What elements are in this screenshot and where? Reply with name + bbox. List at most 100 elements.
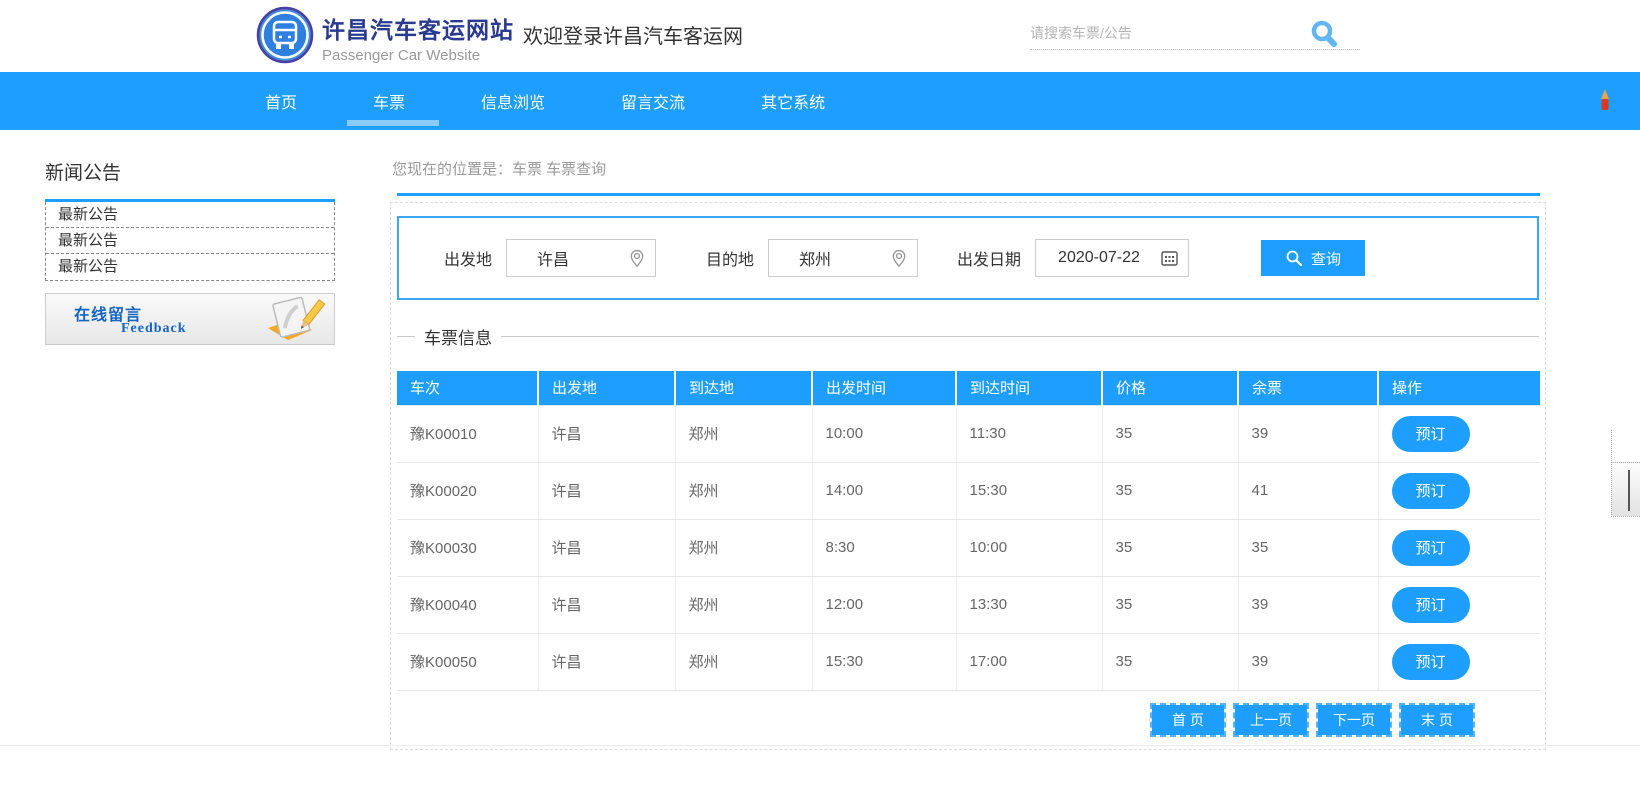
col-remain: 余票 xyxy=(1237,371,1378,405)
date-label: 出发日期 xyxy=(957,252,1022,269)
cell-price: 35 xyxy=(1101,461,1238,520)
side-panel-handle-bar xyxy=(1628,470,1630,511)
header-search xyxy=(1030,18,1360,50)
pencil-icon[interactable] xyxy=(1598,87,1612,115)
cell-price: 35 xyxy=(1101,404,1238,463)
cell-depart: 12:00 xyxy=(811,575,956,634)
col-action: 操作 xyxy=(1377,371,1540,405)
cell-remain: 39 xyxy=(1237,632,1378,691)
col-price: 价格 xyxy=(1101,371,1238,405)
cell-arrive: 15:30 xyxy=(955,461,1102,520)
col-arrive: 到达时间 xyxy=(955,371,1102,405)
table-row: 豫K00040 许昌 郑州 12:00 13:30 35 39 预订 xyxy=(397,575,1540,634)
page-next-button[interactable]: 下一页 xyxy=(1316,702,1392,737)
feedback-banner[interactable]: 在线留言 Feedback xyxy=(45,293,335,345)
cell-depart: 10:00 xyxy=(811,404,956,463)
header: 许昌汽车客运网站 Passenger Car Website 欢迎登录许昌汽车客… xyxy=(0,0,1640,72)
col-train: 车次 xyxy=(397,371,538,405)
to-label: 目的地 xyxy=(706,252,755,269)
to-value: 郑州 xyxy=(799,252,832,269)
search-icon[interactable] xyxy=(1306,18,1342,59)
search-input[interactable] xyxy=(1030,18,1280,48)
query-button[interactable]: 查询 xyxy=(1261,240,1365,276)
section-title: 车票信息 xyxy=(424,329,492,348)
to-input[interactable]: 郑州 xyxy=(768,239,919,277)
location-pin-icon xyxy=(891,249,907,273)
cell-train: 豫K00020 xyxy=(397,461,538,520)
cell-arrive: 11:30 xyxy=(955,404,1102,463)
ticket-table: 车次 出发地 到达地 出发时间 到达时间 价格 余票 操作 豫K00010 许昌… xyxy=(397,371,1540,691)
cell-to: 郑州 xyxy=(674,461,812,520)
cell-depart: 14:00 xyxy=(811,461,956,520)
main-content: 您现在的位置是：车票 车票查询 出发地 许昌 目的地 郑州 出发日期 2020-… xyxy=(390,158,1546,750)
nav-item-home[interactable]: 首页 xyxy=(227,72,335,130)
table-row: 豫K00020 许昌 郑州 14:00 15:30 35 41 预订 xyxy=(397,461,1540,520)
cell-arrive: 10:00 xyxy=(955,518,1102,577)
news-item[interactable]: 最新公告 xyxy=(46,202,334,228)
cell-from: 许昌 xyxy=(537,461,675,520)
site-subtitle: Passenger Car Website xyxy=(322,47,481,64)
cell-price: 35 xyxy=(1101,632,1238,691)
page-prev-button[interactable]: 上一页 xyxy=(1233,702,1309,737)
query-button-label: 查询 xyxy=(1310,250,1341,268)
book-button[interactable]: 预订 xyxy=(1391,586,1470,623)
nav-item-message[interactable]: 留言交流 xyxy=(583,72,723,130)
page-last-button[interactable]: 末 页 xyxy=(1399,702,1475,737)
section-legend: 车票信息 xyxy=(397,324,1539,349)
site-title: 许昌汽车客运网站 xyxy=(322,17,514,43)
sidebar: 新闻公告 最新公告 最新公告 最新公告 在线留言 Feedback xyxy=(45,158,335,345)
welcome-text: 欢迎登录许昌汽车客运网 xyxy=(523,26,743,48)
nav-list: 首页 车票 信息浏览 留言交流 其它系统 xyxy=(227,72,863,130)
magnifier-icon xyxy=(1286,250,1303,267)
cell-depart: 15:30 xyxy=(811,632,956,691)
cell-from: 许昌 xyxy=(537,575,675,634)
cell-arrive: 13:30 xyxy=(955,575,1102,634)
col-from: 出发地 xyxy=(537,371,675,405)
book-button[interactable]: 预订 xyxy=(1391,643,1470,680)
cell-from: 许昌 xyxy=(537,518,675,577)
news-list: 最新公告 最新公告 最新公告 xyxy=(45,202,335,281)
cell-from: 许昌 xyxy=(537,404,675,463)
cell-from: 许昌 xyxy=(537,632,675,691)
col-to: 到达地 xyxy=(674,371,812,405)
cell-to: 郑州 xyxy=(674,575,812,634)
table-row: 豫K00010 许昌 郑州 10:00 11:30 35 39 预订 xyxy=(397,404,1540,463)
side-widget-dotted-edge xyxy=(1611,430,1612,463)
cell-remain: 41 xyxy=(1237,461,1378,520)
cell-arrive: 17:00 xyxy=(955,632,1102,691)
from-label: 出发地 xyxy=(444,252,493,269)
book-button[interactable]: 预订 xyxy=(1391,472,1470,509)
news-item[interactable]: 最新公告 xyxy=(46,228,334,254)
cell-remain: 39 xyxy=(1237,575,1378,634)
cell-train: 豫K00030 xyxy=(397,518,538,577)
main-nav: 首页 车票 信息浏览 留言交流 其它系统 xyxy=(0,72,1640,130)
bus-logo-icon xyxy=(256,6,314,64)
from-value: 许昌 xyxy=(537,252,570,269)
cell-price: 35 xyxy=(1101,575,1238,634)
cell-train: 豫K00040 xyxy=(397,575,538,634)
news-item[interactable]: 最新公告 xyxy=(46,254,334,280)
location-pin-icon xyxy=(629,249,645,273)
cell-remain: 35 xyxy=(1237,518,1378,577)
content-panel: 出发地 许昌 目的地 郑州 出发日期 2020-07-22 查询 车票信息 车次… xyxy=(390,202,1546,750)
from-input[interactable]: 许昌 xyxy=(506,239,657,277)
pagination: 首 页 上一页 下一页 末 页 xyxy=(397,702,1539,737)
site-title-block: 许昌汽车客运网站 Passenger Car Website xyxy=(322,11,514,64)
news-title: 新闻公告 xyxy=(45,163,122,184)
table-header-row: 车次 出发地 到达地 出发时间 到达时间 价格 余票 操作 xyxy=(397,371,1540,405)
nav-item-info[interactable]: 信息浏览 xyxy=(443,72,583,130)
cell-to: 郑州 xyxy=(674,404,812,463)
side-panel-handle[interactable] xyxy=(1611,462,1640,517)
book-button[interactable]: 预订 xyxy=(1391,415,1470,452)
cell-price: 35 xyxy=(1101,518,1238,577)
cell-to: 郑州 xyxy=(674,518,812,577)
col-depart: 出发时间 xyxy=(811,371,956,405)
cell-to: 郑州 xyxy=(674,632,812,691)
nav-item-tickets[interactable]: 车票 xyxy=(335,72,443,130)
page-first-button[interactable]: 首 页 xyxy=(1150,702,1226,737)
nav-item-other[interactable]: 其它系统 xyxy=(723,72,863,130)
date-input[interactable]: 2020-07-22 xyxy=(1035,239,1190,277)
cell-train: 豫K00050 xyxy=(397,632,538,691)
table-row: 豫K00030 许昌 郑州 8:30 10:00 35 35 预订 xyxy=(397,518,1540,577)
book-button[interactable]: 预订 xyxy=(1391,529,1470,566)
